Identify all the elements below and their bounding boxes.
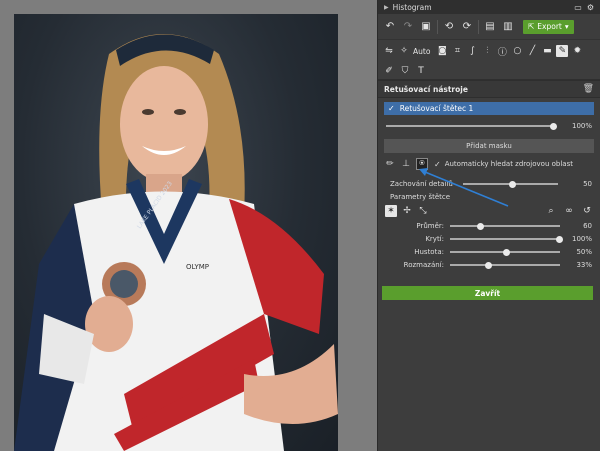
auto-button[interactable]: Auto bbox=[413, 47, 430, 56]
param-value: 100% bbox=[571, 234, 592, 243]
compare-icon[interactable]: ▥ bbox=[501, 20, 515, 34]
brush-param-slider[interactable]: Krytí: 100% bbox=[378, 232, 600, 245]
slider-knob[interactable] bbox=[508, 180, 516, 188]
auto-source-label: Automaticky hledat zdrojovou oblast bbox=[444, 160, 573, 168]
param-value: 50% bbox=[576, 247, 592, 256]
param-value: 60 bbox=[583, 221, 592, 230]
brush-param-slider[interactable]: Hustota: 50% bbox=[378, 245, 600, 258]
param-label: Hustota: bbox=[414, 247, 444, 256]
healing-stamp-icon[interactable]: ⍟ bbox=[416, 158, 428, 170]
histogram-header[interactable]: ▶ Histogram ▭ ⚙ bbox=[378, 0, 600, 14]
layer-name: Retušovací štětec 1 bbox=[399, 104, 474, 113]
export-label: Export bbox=[537, 22, 562, 31]
slider-track bbox=[450, 264, 560, 266]
brush-add-icon[interactable]: ✶ bbox=[385, 205, 397, 217]
slider-knob[interactable] bbox=[550, 122, 557, 130]
shield-icon[interactable]: ⛉ bbox=[399, 65, 411, 77]
crop-icon[interactable]: ⌗ bbox=[451, 45, 463, 57]
athlete-portrait: LAKE PLACID 2023 OLYMP bbox=[14, 34, 338, 451]
trash-icon[interactable]: 🗑 bbox=[583, 84, 594, 94]
param-label: Rozmazání: bbox=[403, 260, 444, 269]
param-label: Krytí: bbox=[425, 234, 444, 243]
rotate-right-icon[interactable]: ⟳ bbox=[460, 20, 474, 34]
camera-icon[interactable]: ◙ bbox=[436, 45, 448, 57]
retouch-tool-icon[interactable]: ✎ bbox=[556, 45, 569, 57]
brush-icon[interactable]: ╱ bbox=[526, 45, 538, 57]
info-icon[interactable]: ⓘ bbox=[496, 45, 508, 58]
expand-arrow-icon[interactable]: ▶ bbox=[384, 4, 389, 11]
slider-track bbox=[386, 125, 556, 127]
toolbar-divider bbox=[478, 19, 479, 34]
slider-knob[interactable] bbox=[484, 261, 492, 269]
tools-row-2: ✐ ⛉ T bbox=[378, 62, 600, 80]
sliders-icon[interactable]: ⇋ bbox=[383, 45, 395, 57]
export-icon: ⇱ bbox=[528, 22, 535, 31]
detail-value: 50 bbox=[583, 180, 592, 188]
brush-params-header: Parametry štětce bbox=[390, 193, 451, 201]
photo[interactable]: LAKE PLACID 2023 OLYMP bbox=[14, 14, 338, 451]
add-mask-button[interactable]: Přidat masku bbox=[384, 139, 594, 153]
link-icon[interactable]: ∞ bbox=[563, 205, 575, 217]
brush-mode-icon[interactable]: ✏ bbox=[384, 158, 396, 170]
rotate-left-icon[interactable]: ⟲ bbox=[442, 20, 456, 34]
pencil-icon[interactable]: ✐ bbox=[383, 65, 395, 77]
brush-tools-row: ✶ ✢ ⤡ ⌕ ∞ ↺ bbox=[378, 203, 600, 219]
slider-knob[interactable] bbox=[503, 248, 510, 256]
image-icon[interactable]: ▣ bbox=[419, 20, 433, 34]
opacity-value: 100% bbox=[571, 122, 592, 130]
layer-item[interactable]: ✓ Retušovací štětec 1 bbox=[384, 102, 594, 115]
display-mode-icon[interactable]: ▭ bbox=[574, 3, 582, 12]
reset-icon[interactable]: ↺ bbox=[581, 205, 593, 217]
param-label: Průměr: bbox=[416, 221, 444, 230]
slider-track bbox=[450, 238, 560, 240]
detail-label: Zachování detailů bbox=[390, 180, 453, 188]
main-toolbar: ↶ ↷ ▣ ⟲ ⟳ ▤ ▥ ⇱ Export ▾ bbox=[378, 14, 600, 40]
badge-text: OLYMP bbox=[186, 263, 209, 271]
undo-icon[interactable]: ↶ bbox=[383, 20, 397, 34]
image-canvas[interactable]: LAKE PLACID 2023 OLYMP bbox=[0, 0, 377, 451]
eyedropper-icon[interactable]: ⌕ bbox=[545, 205, 557, 217]
layer-opacity-slider[interactable]: 100% bbox=[378, 119, 600, 133]
gradient-icon[interactable]: ▬ bbox=[541, 45, 553, 57]
retouch-mode-row: ✏ ⊥ ⍟ ✓ Automaticky hledat zdrojovou obl… bbox=[378, 155, 600, 173]
auto-source-checkbox[interactable]: ✓ bbox=[434, 160, 441, 169]
brush-plus-icon[interactable]: ✢ bbox=[401, 205, 413, 217]
export-button[interactable]: ⇱ Export ▾ bbox=[523, 19, 574, 34]
magic-wand-icon[interactable]: ✧ bbox=[398, 45, 410, 57]
slider-knob[interactable] bbox=[556, 235, 563, 243]
levels-icon[interactable]: ⫶ bbox=[481, 45, 493, 57]
brush-param-slider[interactable]: Rozmazání: 33% bbox=[378, 258, 600, 271]
brush-minus-icon[interactable]: ⤡ bbox=[417, 205, 429, 217]
settings-icon[interactable]: ⚙ bbox=[587, 3, 594, 12]
text-icon[interactable]: T bbox=[415, 65, 427, 77]
retouch-section-header: Retušovací nástroje 🗑 bbox=[378, 80, 600, 98]
toolbar-divider bbox=[437, 19, 438, 34]
section-title: Retušovací nástroje bbox=[384, 84, 468, 94]
layer-checkbox[interactable]: ✓ bbox=[388, 104, 395, 113]
tools-row-1: ⇋ ✧ Auto ◙ ⌗ ∫ ⫶ ⓘ ○ ╱ ▬ ✎ ✹ bbox=[378, 40, 600, 62]
save-icon[interactable]: ▤ bbox=[483, 20, 497, 34]
right-panel: ▶ Histogram ▭ ⚙ ↶ ↷ ▣ ⟲ ⟳ ▤ ▥ ⇱ Export ▾… bbox=[377, 0, 600, 451]
gear-icon[interactable]: ✹ bbox=[571, 45, 583, 57]
curves-icon[interactable]: ∫ bbox=[466, 45, 478, 57]
detail-slider[interactable]: Zachování detailů 50 bbox=[378, 177, 600, 191]
histogram-title: Histogram bbox=[392, 2, 432, 12]
circle-icon[interactable]: ○ bbox=[511, 45, 523, 57]
slider-knob[interactable] bbox=[476, 222, 484, 230]
slider-track bbox=[450, 225, 560, 227]
brush-params: Průměr: 60 Krytí: 100% Hustota: 50% Rozmazání:… bbox=[378, 219, 600, 271]
brush-param-slider[interactable]: Průměr: 60 bbox=[378, 219, 600, 232]
param-value: 33% bbox=[576, 260, 592, 269]
chevron-down-icon: ▾ bbox=[564, 22, 569, 31]
redo-icon[interactable]: ↷ bbox=[401, 20, 415, 34]
clone-stamp-icon[interactable]: ⊥ bbox=[400, 158, 412, 170]
close-button[interactable]: Zavřít bbox=[382, 286, 593, 300]
